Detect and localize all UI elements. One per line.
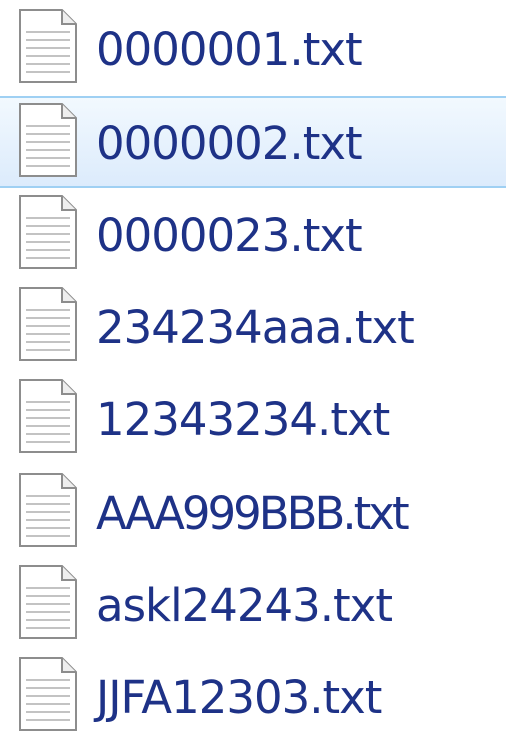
text-document-icon (19, 195, 77, 269)
file-name: 12343234.txt (96, 393, 390, 446)
file-name: 0000001.txt (96, 23, 363, 76)
text-document-icon (19, 473, 77, 547)
file-name: AAA999BBB.txt (96, 487, 410, 540)
text-document-icon (19, 657, 77, 731)
text-document-icon (19, 287, 77, 361)
file-list: 0000001.txt 0000002.txt 0000023.txt 2342… (0, 0, 506, 755)
file-row-0000001[interactable]: 0000001.txt (0, 4, 506, 96)
file-row-AAA999BBB[interactable]: AAA999BBB.txt (0, 468, 506, 560)
file-name: askl24243.txt (96, 579, 393, 632)
file-row-12343234[interactable]: 12343234.txt (0, 374, 506, 466)
file-row-0000002[interactable]: 0000002.txt (0, 96, 506, 188)
file-row-234234aaa[interactable]: 234234aaa.txt (0, 282, 506, 374)
file-name: 0000002.txt (96, 117, 363, 170)
file-row-askl24243[interactable]: askl24243.txt (0, 560, 506, 652)
text-document-icon (19, 9, 77, 83)
text-document-icon (19, 379, 77, 453)
file-name: 234234aaa.txt (96, 301, 415, 354)
file-row-JJFA12303[interactable]: JJFA12303.txt (0, 652, 506, 744)
text-document-icon (19, 103, 77, 177)
text-document-icon (19, 565, 77, 639)
file-row-0000023[interactable]: 0000023.txt (0, 190, 506, 282)
file-name: 0000023.txt (96, 209, 363, 262)
file-name: JJFA12303.txt (96, 671, 382, 724)
